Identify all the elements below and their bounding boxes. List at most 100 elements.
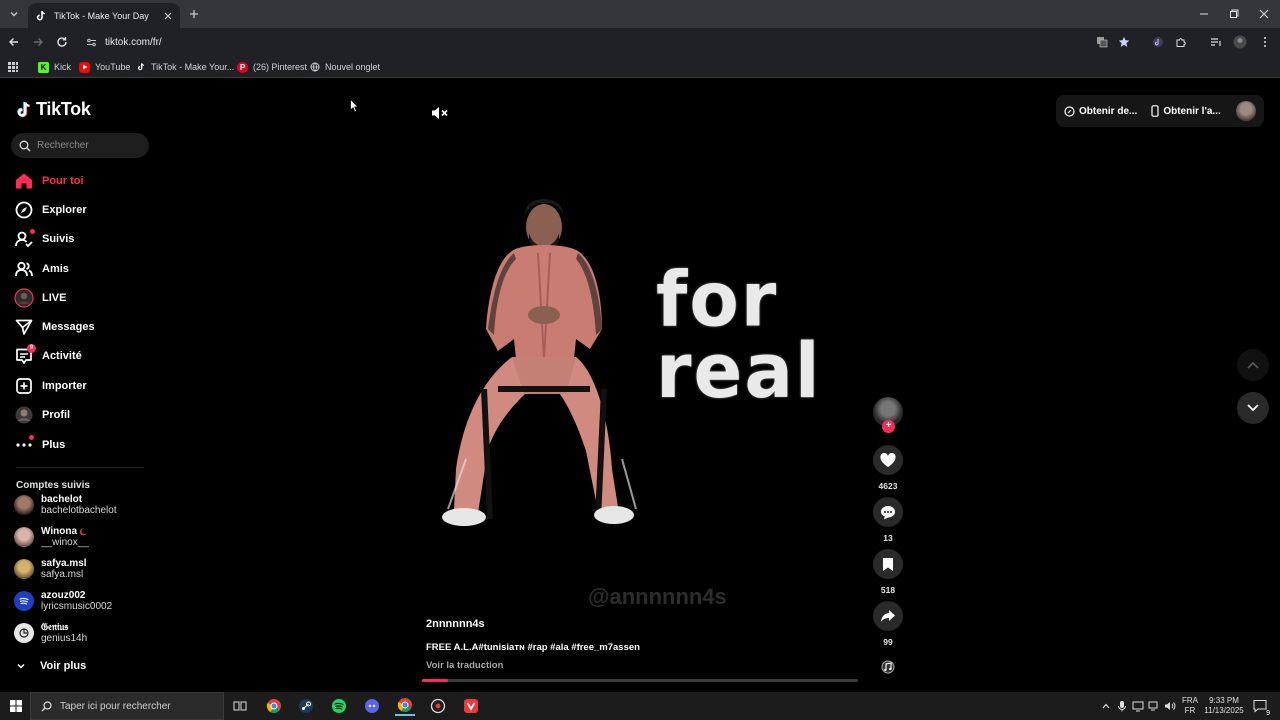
nav-item-messages[interactable]: Messages xyxy=(14,316,95,338)
video-author[interactable]: 2nnnnnn4s xyxy=(426,618,485,630)
tiktok-logo[interactable]: TikTok xyxy=(16,99,91,120)
followed-account[interactable]: Winona __winox__ xyxy=(14,523,89,551)
address-bar[interactable]: tiktok.com/fr/ xyxy=(78,31,1140,53)
nav-item-following[interactable]: Suivis xyxy=(14,228,74,250)
clock[interactable]: 9:33 PM 11/13/2025 xyxy=(1201,696,1247,716)
restore-icon[interactable] xyxy=(1219,0,1249,28)
previous-video-button[interactable] xyxy=(1237,349,1269,381)
display-icon[interactable] xyxy=(1131,699,1145,713)
like-button[interactable] xyxy=(873,445,903,475)
tiktok-favicon-icon xyxy=(34,9,48,23)
nav-item-activity[interactable]: 9 Activité xyxy=(14,344,82,367)
nav-item-more[interactable]: Plus xyxy=(14,434,65,456)
spotify-icon[interactable] xyxy=(329,696,349,716)
followed-accounts-title: Comptes suivis xyxy=(16,480,90,491)
tab-close-icon[interactable] xyxy=(162,10,174,22)
capture-app-icon[interactable] xyxy=(428,696,448,716)
windows-taskbar: Taper ici pour rechercher FRA FR 9:33 PM… xyxy=(0,692,1280,720)
site-info-icon[interactable] xyxy=(86,37,97,48)
task-view-icon[interactable] xyxy=(230,696,250,716)
chrome-active-icon[interactable] xyxy=(395,696,415,716)
followed-account[interactable]: azouz002 lyricsmusic0002 xyxy=(14,587,112,615)
language-indicator[interactable]: FRA FR xyxy=(1180,696,1200,716)
comment-button[interactable] xyxy=(873,497,903,527)
network-icon[interactable] xyxy=(1147,699,1161,713)
browser-toolbar: tiktok.com/fr/ xyxy=(0,28,1280,56)
follow-plus-icon[interactable]: + xyxy=(882,420,895,433)
bookmark-icon xyxy=(883,557,893,571)
save-count: 518 xyxy=(880,585,896,595)
see-translation-link[interactable]: Voir la traduction xyxy=(426,660,503,671)
share-count: 99 xyxy=(883,637,893,647)
chrome-icon[interactable] xyxy=(264,696,284,716)
extensions-icon[interactable] xyxy=(1173,34,1189,50)
bookmark-new-tab[interactable]: Nouvel onglet xyxy=(309,60,380,74)
avatar xyxy=(14,559,34,579)
bookmark-youtube[interactable]: YouTube xyxy=(79,60,130,74)
tab-title: TikTok - Make Your Day xyxy=(54,10,149,21)
avatar xyxy=(14,495,34,515)
tab-search-icon[interactable] xyxy=(4,4,24,24)
back-icon[interactable] xyxy=(6,34,22,50)
bookmark-kick[interactable]: K Kick xyxy=(38,60,71,74)
bookmark-pinterest[interactable]: P (26) Pinterest xyxy=(237,60,307,74)
followed-account[interactable]: safya.msl safya.msl xyxy=(14,555,87,583)
search-input[interactable] xyxy=(37,140,137,151)
next-video-button[interactable] xyxy=(1237,392,1269,424)
tray-chevron-up-icon[interactable] xyxy=(1099,699,1113,713)
followed-account[interactable]: bachelot bachelotbachelot xyxy=(14,491,117,519)
video-watermark: @annnnnn4s xyxy=(588,584,727,609)
notification-center-icon[interactable]: 9 xyxy=(1253,699,1270,717)
bookmark-star-icon[interactable] xyxy=(1116,34,1132,50)
activity-badge: 9 xyxy=(27,344,36,353)
red-moon-icon xyxy=(79,527,87,535)
muted-volume-icon[interactable] xyxy=(430,103,450,123)
vivaldi-icon[interactable] xyxy=(461,696,481,716)
like-count: 4623 xyxy=(878,481,898,491)
see-more-button[interactable]: Voir plus xyxy=(16,660,86,672)
kick-icon: K xyxy=(38,61,49,73)
forward-icon[interactable] xyxy=(30,34,46,50)
get-app-button[interactable]: Obtenir l'a... xyxy=(1151,105,1221,117)
new-tab-icon[interactable] xyxy=(186,6,202,22)
search-box[interactable] xyxy=(11,133,149,158)
translate-icon[interactable] xyxy=(1094,34,1110,50)
discord-icon[interactable] xyxy=(362,696,382,716)
music-disc-icon[interactable] xyxy=(880,659,896,675)
video-progress-bar[interactable] xyxy=(422,679,858,682)
nav-item-explore[interactable]: Explorer xyxy=(14,199,87,221)
minimize-icon[interactable] xyxy=(1189,0,1219,28)
nav-item-for-you[interactable]: Pour toi xyxy=(14,170,84,192)
avatar xyxy=(14,623,34,643)
nav-item-live[interactable]: LIVE xyxy=(14,287,66,309)
volume-icon[interactable] xyxy=(1163,699,1177,713)
microphone-icon[interactable] xyxy=(1115,699,1129,713)
get-coins-button[interactable]: Obtenir de... xyxy=(1064,106,1137,117)
comment-icon xyxy=(881,505,895,519)
share-button[interactable] xyxy=(873,601,903,631)
windows-start-icon[interactable] xyxy=(6,696,26,716)
nav-item-friends[interactable]: Amis xyxy=(14,258,69,280)
save-button[interactable] xyxy=(873,549,903,579)
heart-icon xyxy=(880,452,896,467)
bookmark-tiktok[interactable]: TikTok - Make Your... xyxy=(135,60,234,74)
profile-avatar-icon[interactable] xyxy=(1232,34,1248,50)
user-avatar[interactable] xyxy=(1236,101,1256,121)
browser-menu-icon[interactable] xyxy=(1257,34,1273,50)
tiktok-page: TikTok Pour toi Explorer Suivis Amis xyxy=(0,79,1280,692)
profile-icon xyxy=(14,405,34,425)
notification-count: 9 xyxy=(1266,710,1270,717)
nav-item-upload[interactable]: Importer xyxy=(14,375,87,397)
taskbar-search[interactable]: Taper ici pour rechercher xyxy=(30,692,224,720)
media-control-icon[interactable] xyxy=(1208,34,1224,50)
extension-music-icon[interactable] xyxy=(1150,34,1166,50)
window-close-icon[interactable] xyxy=(1249,0,1279,28)
steam-icon[interactable] xyxy=(296,696,316,716)
nav-item-profile[interactable]: Profil xyxy=(14,404,70,426)
apps-grid-icon[interactable] xyxy=(7,60,19,74)
followed-account[interactable]: 𝔊𝔢𝔫𝔦𝔲𝔰 genius14h xyxy=(14,619,87,647)
browser-tab[interactable]: TikTok - Make Your Day xyxy=(28,3,180,28)
reload-icon[interactable] xyxy=(54,34,70,50)
video-caption[interactable]: FREE A.L.A#tunisiaᴛɴ #rap #ala #free_m7a… xyxy=(426,642,640,653)
activity-icon: 9 xyxy=(14,344,36,366)
